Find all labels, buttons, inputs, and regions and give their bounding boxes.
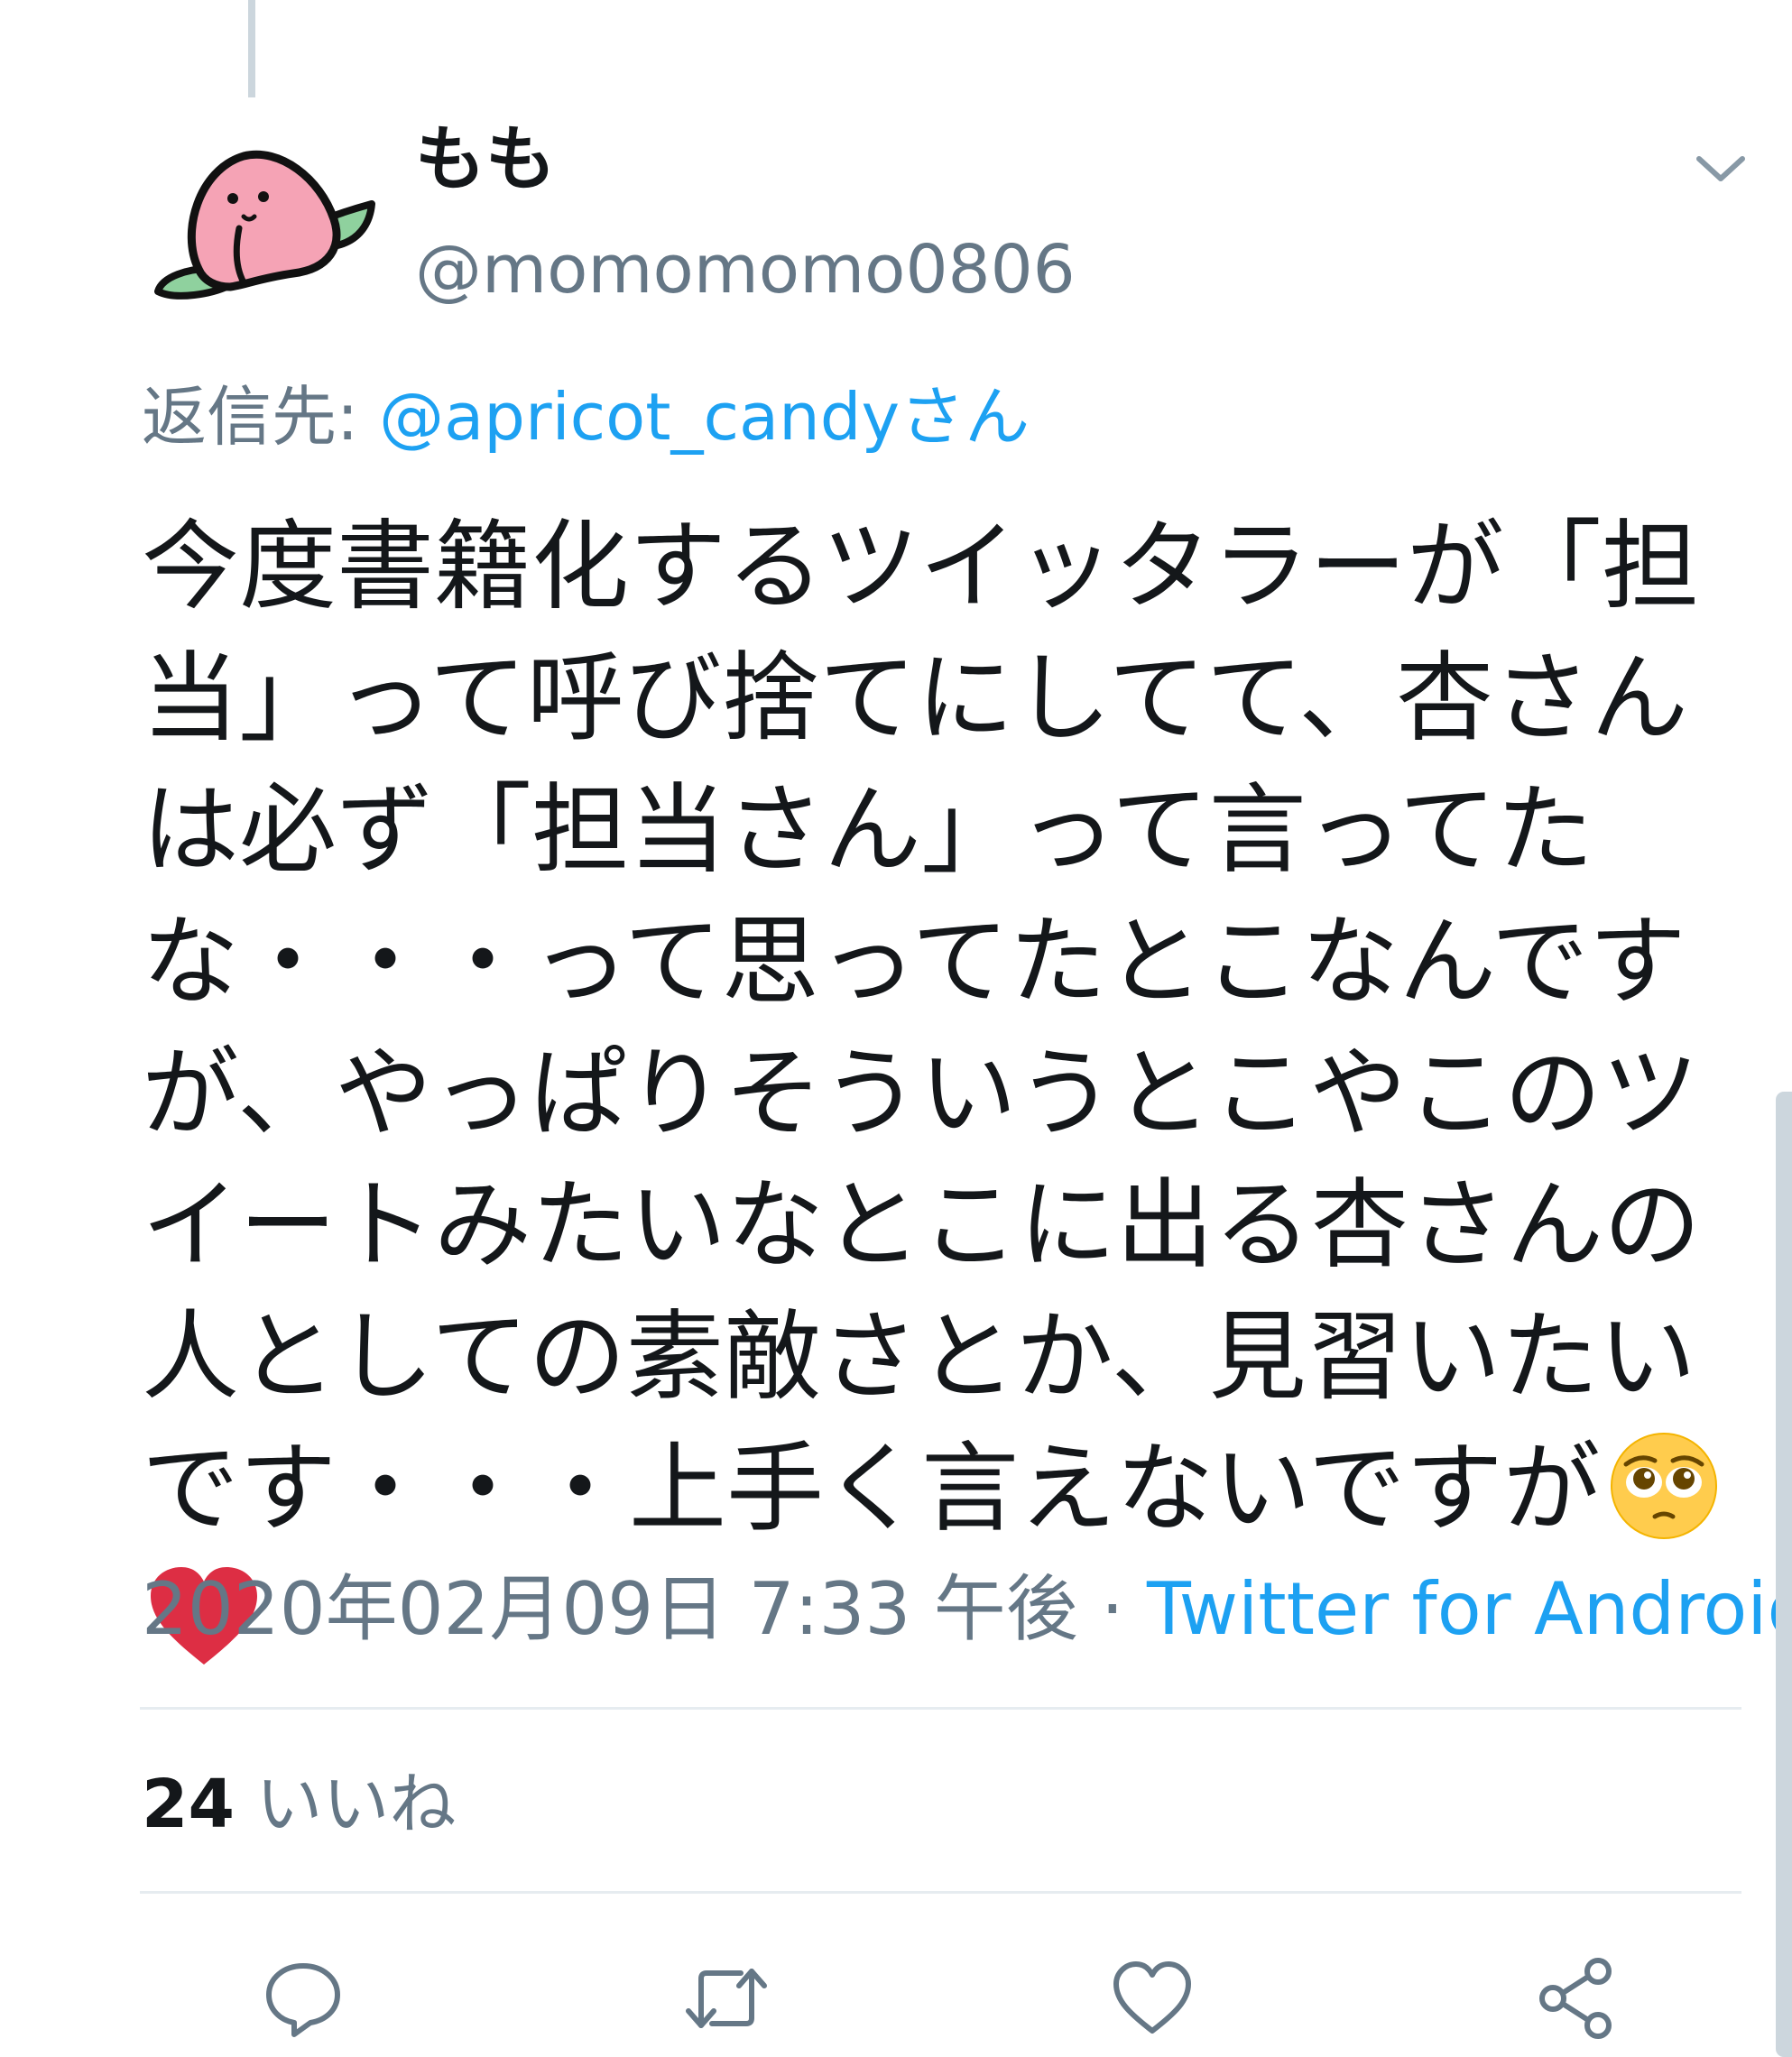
scrollbar[interactable] [1776, 1092, 1792, 2057]
share-button[interactable] [1533, 1953, 1623, 2043]
share-icon [1539, 1958, 1612, 2039]
more-options-button[interactable] [1689, 143, 1752, 197]
likes-summary[interactable]: 24 いいね [142, 1769, 457, 1840]
reply-icon [266, 1963, 340, 2037]
avatar[interactable] [144, 134, 379, 305]
divider [140, 1891, 1741, 1894]
divider [140, 1707, 1741, 1710]
meta-separator: · [1077, 1567, 1147, 1651]
reply-mention-link[interactable]: @apricot_candyさん [379, 379, 1030, 455]
likes-count: 24 [142, 1766, 235, 1843]
source-link[interactable]: Twitter for Android [1147, 1567, 1792, 1651]
user-handle[interactable]: @momomomo0806 [415, 236, 1076, 303]
reply-context: 返信先: @apricot_candyさん [142, 383, 1030, 452]
peach-avatar-icon [154, 150, 375, 300]
like-button[interactable] [1107, 1953, 1197, 2043]
pleading-face-icon [1606, 1428, 1722, 1544]
tweet-body: 今度書籍化するツイッタラーが「担当」って呼び捨てにしてて、杏さんは必ず「担当さん… [142, 502, 1730, 1687]
chevron-down-icon [1696, 156, 1745, 181]
like-icon [1113, 1961, 1191, 2034]
retweet-button[interactable] [681, 1953, 771, 2043]
display-name[interactable]: もも [415, 125, 556, 195]
thread-connector-line [248, 0, 255, 97]
reply-prefix: 返信先: [142, 379, 380, 455]
tweet-text: 今度書籍化するツイッタラーが「担当」って呼び捨てにしてて、杏さんは必ず「担当さん… [142, 511, 1702, 1545]
timestamp[interactable]: 2020年02月09日 7:33 午後 [142, 1567, 1078, 1651]
retweet-icon [686, 1969, 767, 2028]
likes-label: いいね [234, 1766, 457, 1843]
tweet-meta: 2020年02月09日 7:33 午後 · Twitter for Androi… [142, 1572, 1792, 1647]
reply-button[interactable] [258, 1953, 348, 2043]
